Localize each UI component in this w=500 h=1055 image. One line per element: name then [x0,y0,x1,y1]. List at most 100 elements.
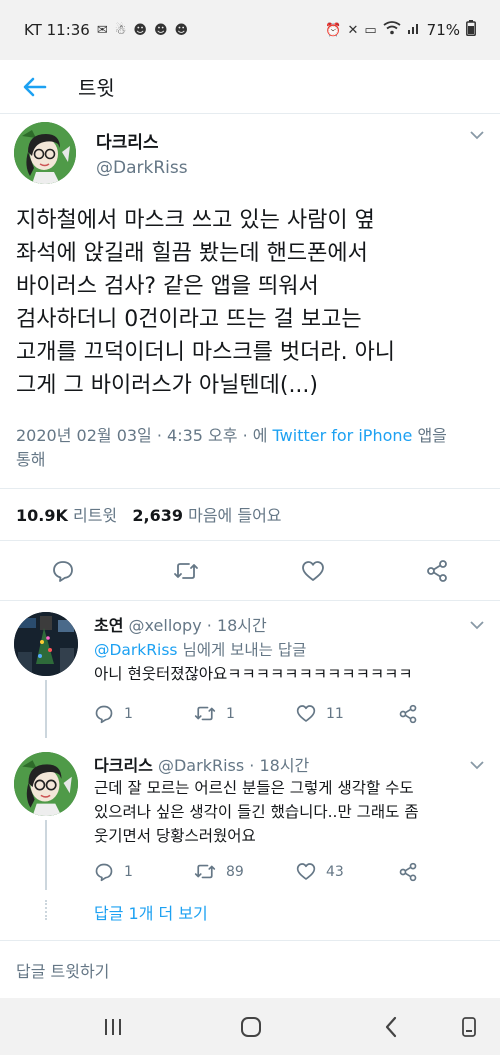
tweet-source-suffix: 앱을 [412,426,447,445]
reply-time: · 18시간 [206,616,267,635]
reply-author-name[interactable]: 다크리스 [94,756,153,775]
reply-body: @DarkRiss 님에게 보내는 답글 아니 현웃터졌잖아요ㅋㅋㅋㅋㅋㅋㅋㅋㅋ… [94,638,484,686]
retweet-icon [174,563,198,579]
tweet-text: 지하철에서 마스크 쓰고 있는 사람이 옆 좌석에 앉길래 힐끔 봤는데 핸드폰… [16,204,486,402]
share-icon [427,560,447,582]
reply-text-line: 있으려나 싶은 생각이 들긴 했습니다..만 그래도 좀 [94,803,419,821]
tweet-text-line: 좌석에 앉길래 힐끔 봤는데 핸드폰에서 [16,241,368,266]
retweets-count[interactable]: 10.9K [16,506,68,525]
avatar[interactable] [14,612,78,676]
avatar[interactable] [14,752,78,816]
tweet-timestamp: 2020년 02월 03일 · 4:35 오후 · 에 [16,426,273,445]
tweet-stats: 10.9K 리트윗 2,639 마음에 들어요 [16,502,282,526]
thread-line [45,680,47,738]
author-handle[interactable]: @DarkRiss [96,158,188,178]
tweet-text-line: 고개를 끄덕이더니 마스크를 벗더라. 아니 [16,340,396,365]
reply-author-handle[interactable]: @DarkRiss [158,756,244,775]
home-button[interactable] [234,1012,268,1042]
reply-button[interactable]: 1 [94,704,133,724]
chevron-down-icon[interactable] [470,758,484,774]
share-button[interactable] [398,704,418,724]
tweet-source-suffix: 통해 [16,450,46,469]
chevron-down-icon[interactable] [470,128,484,144]
reply-text-line: 아니 현웃터졌잖아요ㅋㅋㅋㅋㅋㅋㅋㅋㅋㅋㅋㅋㅋ [94,665,413,683]
divider [0,540,500,541]
tweet-text-line: 검사하더니 0건이라고 뜨는 걸 보고는 [16,307,362,332]
notification-icon: ☻ [153,22,168,38]
reply-author-handle[interactable]: @xellopy [129,616,202,635]
reply-text-line: 웃기면서 당황스러웠어요 [94,827,256,845]
retweet-button[interactable] [169,554,203,588]
app-bar: 트윗 [0,60,500,114]
recents-icon [105,1019,121,1035]
notification-icon: ☻ [133,22,147,38]
system-nav-bar [0,998,500,1055]
back-arrow-icon [23,77,47,96]
reply-actions: 1 89 43 [94,862,474,890]
home-icon [241,1017,261,1037]
likes-label[interactable]: 마음에 들어요 [188,506,281,525]
likes-count[interactable]: 2,639 [132,506,183,525]
retweet-icon [194,864,216,879]
divider [0,600,500,601]
reply-actions: 1 1 11 [94,704,474,732]
alarm-icon: ⏰ [325,22,342,38]
reply-header: 초연 @xellopy · 18시간 [94,612,267,636]
signal-icon [407,21,421,39]
battery-icon [466,20,476,40]
retweets-label[interactable]: 리트윗 [73,506,117,525]
tweet-actions [0,548,500,594]
carrier-time: KT 11:36 [24,21,90,39]
tweet-text-line: 그게 그 바이러스가 아닐텐데(...) [16,373,319,398]
mute-icon: ✕ [347,22,359,38]
tweet-text-line: 바이러스 검사? 같은 앱을 띄워서 [16,274,319,299]
reply-author-name[interactable]: 초연 [94,616,123,635]
like-icon [302,561,324,581]
thread-line [45,820,47,890]
divider [0,488,500,489]
retweet-button[interactable]: 1 [194,704,235,723]
retweet-icon [194,706,216,721]
reply-to-mention[interactable]: @DarkRiss [94,641,178,659]
like-icon [296,705,316,722]
reply-header: 다크리스 @DarkRiss · 18시간 [94,752,309,776]
retweet-count: 1 [226,705,235,722]
like-count: 43 [326,863,344,880]
recents-button[interactable] [96,1012,130,1042]
reply-count: 1 [124,706,133,722]
share-icon [399,704,417,724]
share-button[interactable] [398,862,418,882]
reply-button[interactable]: 1 [94,862,133,882]
divider [0,940,500,941]
back-button[interactable] [0,60,70,114]
reply-to-label: 님에게 보내는 답글 [177,641,307,659]
avatar[interactable] [14,122,76,184]
reply-button[interactable] [46,554,80,588]
mail-icon: ✉ [96,22,108,38]
share-button[interactable] [420,554,454,588]
like-button[interactable] [296,554,330,588]
like-button[interactable]: 11 [296,704,344,723]
like-button[interactable]: 43 [296,862,344,881]
tweet-source-link[interactable]: Twitter for iPhone [273,426,413,445]
battery-level: 71% [426,21,460,39]
author-name[interactable]: 다크리스 [96,128,159,153]
rotate-icon [462,1017,476,1037]
show-more-replies-link[interactable]: 답글 1개 더 보기 [94,900,208,924]
retweet-count: 89 [226,863,244,880]
notification-icon: ☃ [114,22,127,38]
chevron-down-icon[interactable] [470,618,484,634]
nav-back-icon [385,1016,397,1038]
tweet-meta: 2020년 02월 03일 · 4:35 오후 · 에 Twitter for … [16,424,486,472]
nav-back-button[interactable] [374,1012,408,1042]
tweet-text-line: 지하철에서 마스크 쓰고 있는 사람이 옆 [16,208,375,233]
reply-time: · 18시간 [249,756,310,775]
notification-icon: ☻ [174,22,189,38]
reply-icon [53,561,73,582]
reply-text-line: 근데 잘 모르는 어르신 분들은 그렇게 생각할 수도 [94,779,414,797]
rotate-button[interactable] [452,1012,486,1042]
reply-compose-field[interactable]: 답글 트윗하기 [16,958,109,982]
like-icon [296,863,316,880]
status-bar: KT 11:36 ✉ ☃ ☻ ☻ ☻ ⏰ ✕ ▭ 71% [0,0,500,60]
retweet-button[interactable]: 89 [194,862,244,881]
